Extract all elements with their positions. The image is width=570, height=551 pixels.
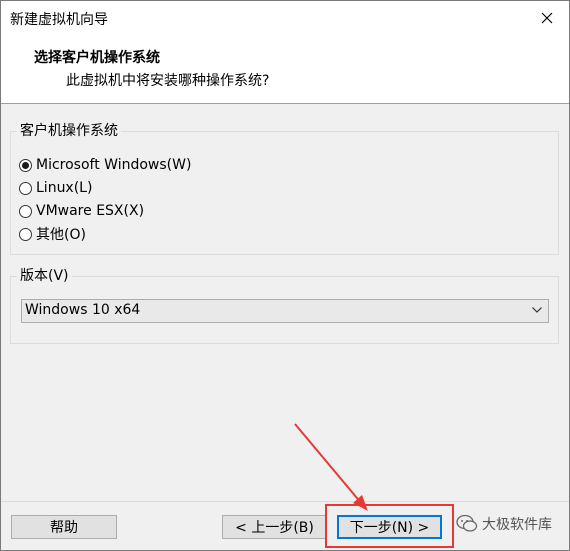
radio-button[interactable] (19, 227, 32, 241)
title-bar: 新建虚拟机向导 (1, 1, 569, 35)
footer-divider (1, 501, 569, 502)
radio-label: 其他(O) (36, 227, 86, 243)
wizard-header: 选择客户机操作系统 此虚拟机中将安装哪种操作系统? (1, 35, 569, 104)
radio-option-other[interactable]: 其他(O) (19, 224, 86, 244)
page-subtitle: 此虚拟机中将安装哪种操作系统? (66, 73, 270, 89)
annotation-highlight-box (325, 504, 454, 548)
radio-option-windows[interactable]: Microsoft Windows(W) (19, 155, 191, 175)
close-button[interactable] (525, 1, 569, 35)
watermark: 大极软件库 (456, 514, 552, 534)
guest-os-group: 客户机操作系统 Microsoft Windows(W) Linux(L) VM… (10, 122, 559, 255)
version-select[interactable]: Windows 10 x64 (21, 299, 549, 323)
new-vm-wizard-window: 新建虚拟机向导 选择客户机操作系统 此虚拟机中将安装哪种操作系统? 客户机操作系… (0, 0, 570, 551)
close-icon (541, 12, 553, 24)
version-select-value: Windows 10 x64 (25, 302, 141, 318)
page-title: 选择客户机操作系统 (34, 50, 160, 66)
radio-label: Microsoft Windows(W) (36, 157, 192, 173)
watermark-text: 大极软件库 (482, 517, 552, 533)
radio-label: Linux(L) (36, 180, 93, 196)
radio-label: VMware ESX(X) (36, 203, 145, 219)
guest-os-group-label: 客户机操作系统 (17, 122, 121, 140)
radio-button[interactable] (19, 204, 32, 218)
window-title: 新建虚拟机向导 (10, 12, 108, 28)
wechat-icon (456, 514, 478, 532)
chevron-down-icon (532, 307, 542, 313)
version-group-label: 版本(V) (17, 267, 72, 285)
radio-button[interactable] (19, 158, 32, 172)
back-button[interactable]: < 上一步(B) (222, 515, 327, 539)
radio-option-linux[interactable]: Linux(L) (19, 178, 92, 198)
help-button[interactable]: 帮助 (11, 515, 117, 539)
version-group: 版本(V) Windows 10 x64 (10, 267, 559, 344)
radio-button[interactable] (19, 181, 32, 195)
radio-option-vmware-esx[interactable]: VMware ESX(X) (19, 201, 144, 221)
